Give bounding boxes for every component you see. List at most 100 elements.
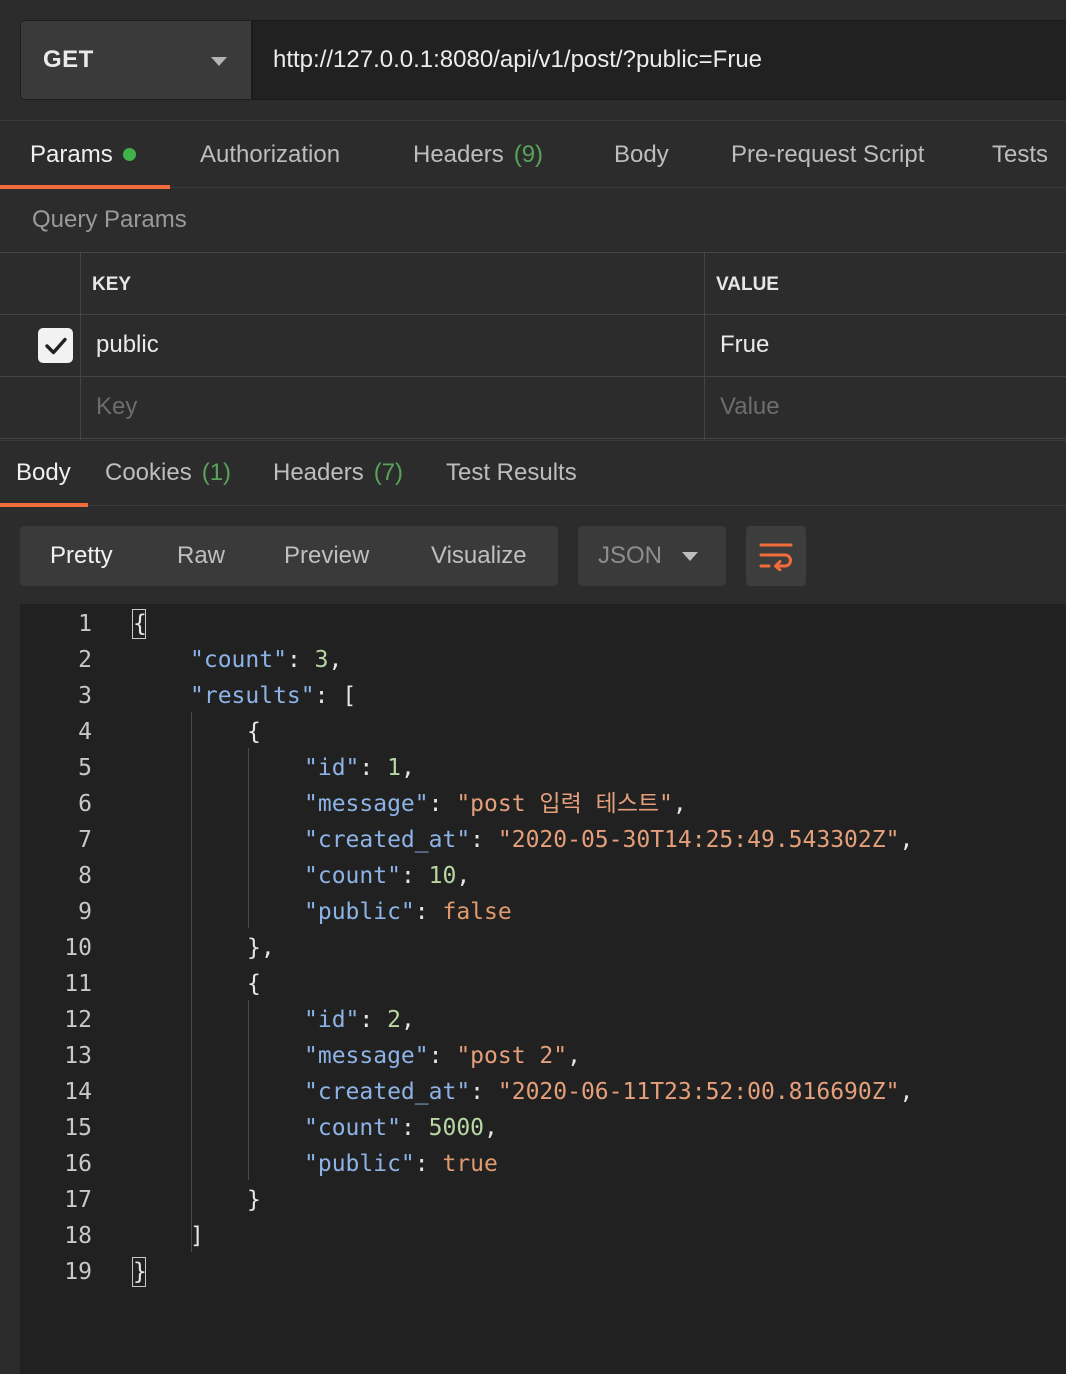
code-token: "count" [304,863,401,889]
code-token: : [428,1043,457,1069]
line-number: 12 [64,1007,92,1033]
code-token: , [899,1079,914,1105]
tab-count: (1) [201,459,232,486]
code-token: false [442,899,512,925]
code-token: : [470,1079,498,1105]
line-number: 10 [64,935,92,961]
code-token: } [247,1187,261,1213]
code-token: { [247,719,261,745]
tab-label: Tests [992,140,1049,168]
request-bar: GET http://127.0.0.1:8080/api/v1/post/?p… [0,0,1066,120]
new-key-input[interactable]: Key [96,393,137,421]
divider [0,314,1066,315]
line-number: 1 [78,611,92,637]
tab-pre-request-script[interactable]: Pre-request Script [731,121,924,188]
column-header-value: VALUE [716,274,779,295]
tab-params[interactable]: Params [30,121,136,188]
code-line: 3 "results": [ [20,678,1066,714]
response-body-editor[interactable]: 1{2 "count": 3, 3 "results": [4{5 "id": 1, 6 "… [20,604,1066,1374]
tab-label: Cookies [105,459,192,486]
code-token: "created_at" [304,827,471,853]
code-token: "post 2" [456,1043,568,1069]
tab-authorization[interactable]: Authorization [200,121,340,188]
tab-body[interactable]: Body [614,121,669,188]
active-tab-indicator [0,185,170,189]
code-line: 9 "public": false [20,894,1066,930]
code-text: { [247,714,261,750]
tab-cookies[interactable]: Cookies (1) [105,441,231,505]
code-text: "id": 1, [304,750,415,786]
tab-response-headers[interactable]: Headers (7) [273,441,403,505]
url-input[interactable]: http://127.0.0.1:8080/api/v1/post/?publi… [252,20,1066,100]
view-visualize-button[interactable]: Visualize [431,526,527,586]
code-text: "count": 5000, [304,1110,498,1146]
checkmark-icon [44,337,67,354]
tab-test-results[interactable]: Test Results [446,441,577,505]
code-line: 17} [20,1182,1066,1218]
code-token: true [442,1151,498,1177]
view-preview-button[interactable]: Preview [284,526,369,586]
line-number: 13 [64,1043,92,1069]
code-line: 13 "message": "post 2", [20,1038,1066,1074]
param-key[interactable]: public [96,331,159,359]
tab-headers[interactable]: Headers (9) [413,121,543,188]
code-token: , [484,1115,498,1141]
code-text: ] [190,1218,204,1254]
code-text: "public": true [304,1146,498,1182]
code-token: : [470,827,498,853]
code-text: "message": "post 입력 테스트", [304,786,687,822]
code-text: "count": 3, [190,642,342,678]
code-token: : [286,647,315,673]
code-token: : [359,1007,388,1033]
param-enabled-checkbox[interactable] [38,328,73,363]
code-token: "message" [304,791,429,817]
wrap-lines-button[interactable] [746,526,806,586]
line-number: 7 [78,827,92,853]
line-number: 16 [64,1151,92,1177]
tab-label: Body [614,140,669,168]
code-token: "public" [304,899,415,925]
line-number: 3 [78,683,92,709]
code-token: "count" [190,647,287,673]
divider [0,438,1066,439]
code-line: 18] [20,1218,1066,1254]
code-line: 19} [20,1254,1066,1290]
code-token: ] [190,1223,204,1249]
divider [0,376,1066,377]
method-select[interactable]: GET [20,20,252,100]
line-number: 9 [78,899,92,925]
tab-label: Body [16,459,71,486]
code-token: 1 [387,755,401,781]
tab-tests[interactable]: Tests [992,121,1048,188]
line-number: 6 [78,791,92,817]
active-tab-indicator [0,503,88,507]
code-line: 5 "id": 1, [20,750,1066,786]
tab-label: Headers [413,140,504,168]
status-dot-icon [122,148,136,161]
code-token: "post 입력 테스트" [456,791,673,817]
code-text: "results": [ [190,678,356,714]
view-pretty-button[interactable]: Pretty [50,526,113,586]
tab-response-body[interactable]: Body [16,441,71,505]
code-text: { [247,966,261,1002]
code-token: { [247,971,261,997]
line-number: 5 [78,755,92,781]
code-line: 1{ [20,606,1066,642]
code-line: 8 "count": 10, [20,858,1066,894]
code-text: "created_at": "2020-05-30T14:25:49.54330… [304,822,913,858]
new-value-input[interactable]: Value [720,393,780,421]
chevron-down-icon [211,57,227,66]
method-label: GET [43,46,94,73]
response-tabs: Body Cookies (1) Headers (7) Test Result… [0,440,1066,507]
param-value[interactable]: Frue [720,331,769,359]
code-text: "count": 10, [304,858,470,894]
code-line: 2 "count": 3, [20,642,1066,678]
code-token: : [428,791,457,817]
view-raw-button[interactable]: Raw [177,526,225,586]
code-token: "results" [190,683,315,709]
format-select[interactable]: JSON [578,526,726,586]
code-token: : [ [314,683,357,709]
line-number: 2 [78,647,92,673]
code-line: 16 "public": true [20,1146,1066,1182]
code-token: "created_at" [304,1079,471,1105]
